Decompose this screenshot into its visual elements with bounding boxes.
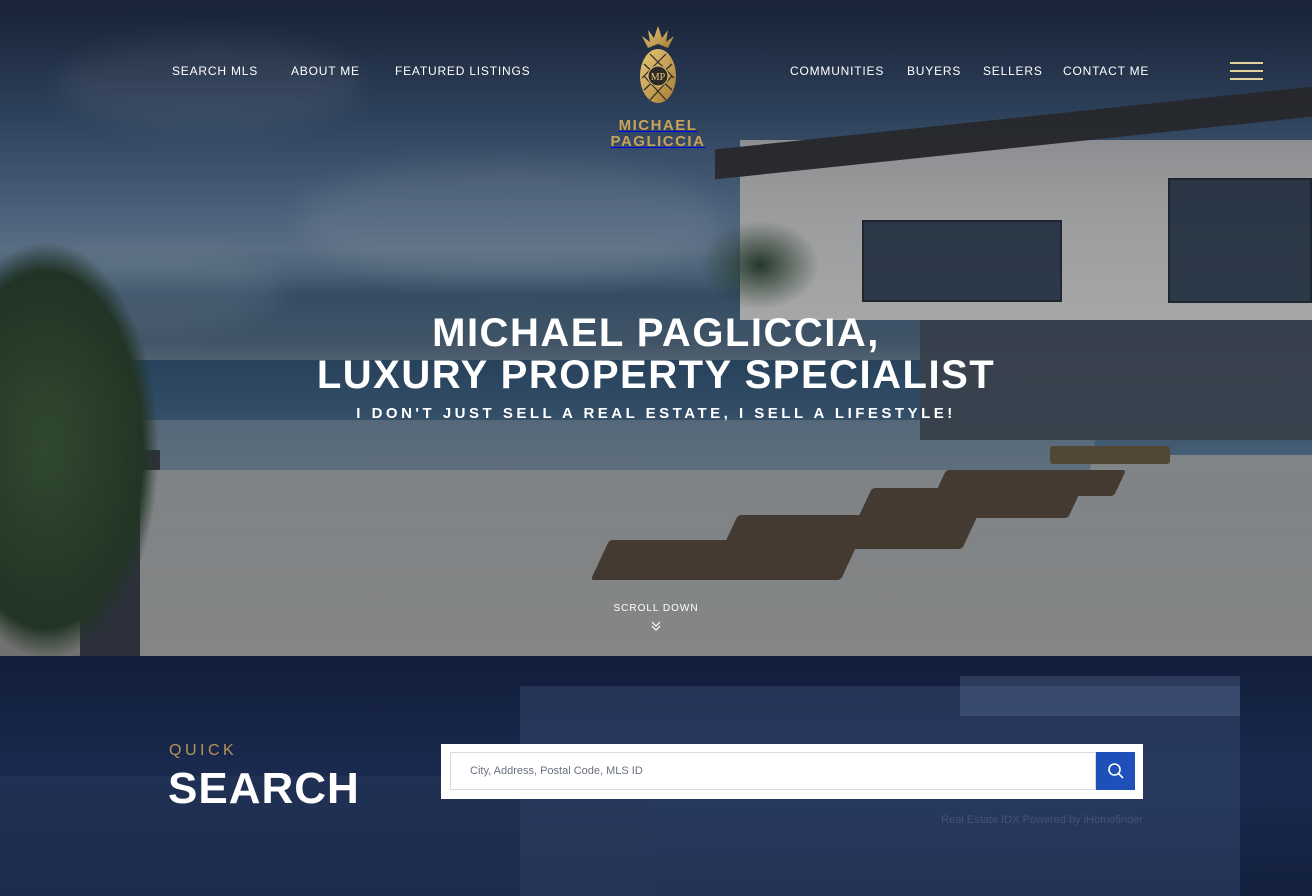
hero-subtitle: I DON'T JUST SELL A REAL ESTATE, I SELL … <box>356 405 956 422</box>
logo-name-last: PAGLICCIA <box>610 133 706 150</box>
nav-communities[interactable]: COMMUNITIES <box>790 64 884 78</box>
search-button[interactable] <box>1096 752 1135 790</box>
nav-buyers[interactable]: BUYERS <box>907 64 961 78</box>
nav-about-me[interactable]: ABOUT ME <box>291 64 360 78</box>
search-icon <box>1107 763 1124 779</box>
double-chevron-down-icon[interactable] <box>650 620 662 632</box>
hamburger-line <box>1230 70 1263 72</box>
quick-search-title: SEARCH <box>168 764 360 813</box>
svg-text:MP: MP <box>651 72 666 83</box>
logo-name-first: MICHAEL <box>618 117 698 134</box>
search-input[interactable] <box>450 752 1096 790</box>
nav-contact-me[interactable]: CONTACT ME <box>1063 64 1149 78</box>
quick-search-kicker: QUICK <box>169 742 238 759</box>
hero-title-line1: MICHAEL PAGLICCIA, <box>432 311 880 355</box>
hero-title: MICHAEL PAGLICCIA, LUXURY PROPERTY SPECI… <box>0 312 1312 396</box>
nav-sellers[interactable]: SELLERS <box>983 64 1043 78</box>
hero-title-line2: LUXURY PROPERTY SPECIALIST <box>316 353 996 397</box>
hamburger-icon[interactable] <box>1230 62 1263 81</box>
hamburger-line <box>1230 62 1263 64</box>
nav-featured-listings[interactable]: FEATURED LISTINGS <box>395 64 530 78</box>
roof-overhang <box>960 676 1240 716</box>
pineapple-icon: MP <box>640 26 676 103</box>
site-logo[interactable]: MP MICHAEL PAGLICCIA <box>600 24 716 150</box>
idx-credit-link[interactable]: Real Estate IDX Powered by iHomefinder <box>903 814 1143 826</box>
hamburger-line <box>1230 78 1263 80</box>
scroll-down-link[interactable]: SCROLL DOWN <box>0 603 1312 614</box>
nav-search-mls[interactable]: SEARCH MLS <box>172 64 258 78</box>
